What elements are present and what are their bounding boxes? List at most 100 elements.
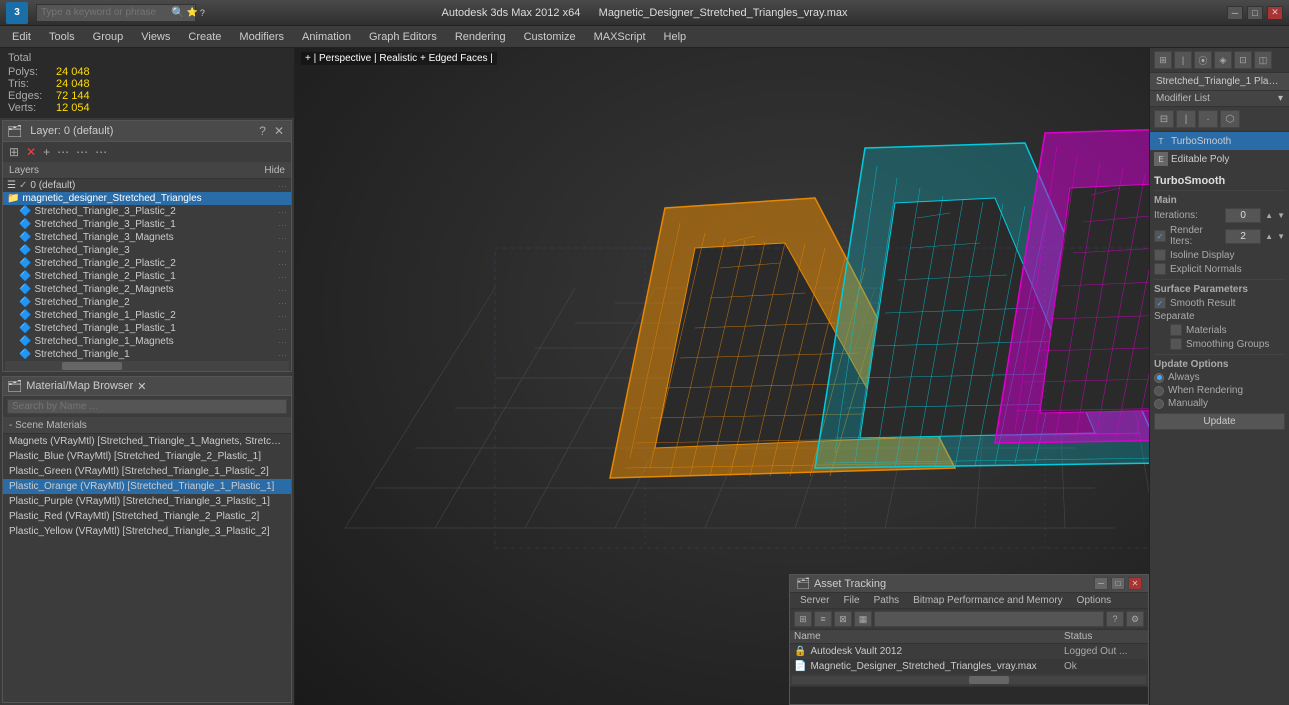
render-iters-spinner-up[interactable]: ▲ bbox=[1265, 232, 1273, 241]
help-icon[interactable]: ? bbox=[200, 8, 205, 18]
at-tool-help[interactable]: ? bbox=[1106, 611, 1124, 627]
modifier-list-dropdown-icon[interactable]: ▾ bbox=[1278, 93, 1283, 104]
layer-item[interactable]: 🔷Stretched_Triangle_2_Magnets··· bbox=[3, 283, 291, 296]
rp-icon-6[interactable]: ◫ bbox=[1254, 51, 1272, 69]
layer-item[interactable]: 🔷Stretched_Triangle_2··· bbox=[3, 296, 291, 309]
asset-menu-file[interactable]: File bbox=[837, 594, 865, 607]
menu-rendering[interactable]: Rendering bbox=[447, 29, 514, 45]
asset-close-button[interactable]: ✕ bbox=[1128, 577, 1142, 590]
asset-menu-paths[interactable]: Paths bbox=[868, 594, 906, 607]
asset-row[interactable]: 🔒Autodesk Vault 2012Logged Out ... bbox=[790, 644, 1148, 659]
when-render-radio[interactable] bbox=[1154, 386, 1164, 396]
maximize-button[interactable]: □ bbox=[1247, 6, 1263, 20]
at-tool-extra[interactable]: ⚙ bbox=[1126, 611, 1144, 627]
layer-item[interactable]: 🔷Stretched_Triangle_3_Plastic_2··· bbox=[3, 205, 291, 218]
modifier-turbosmooth[interactable]: T TurboSmooth bbox=[1150, 132, 1289, 150]
isoline-checkbox[interactable] bbox=[1154, 249, 1166, 261]
minimize-button[interactable]: ─ bbox=[1227, 6, 1243, 20]
layer-item[interactable]: 📁magnetic_designer_Stretched_Triangles··… bbox=[3, 192, 291, 205]
at-tool-4[interactable]: ▦ bbox=[854, 611, 872, 627]
menu-graph-editors[interactable]: Graph Editors bbox=[361, 29, 445, 45]
at-tool-1[interactable]: ⊞ bbox=[794, 611, 812, 627]
render-iters-spinner-down[interactable]: ▼ bbox=[1277, 232, 1285, 241]
rp-icon-1[interactable]: ⊞ bbox=[1154, 51, 1172, 69]
menu-group[interactable]: Group bbox=[85, 29, 132, 45]
material-search-input[interactable] bbox=[7, 399, 287, 414]
layer-tool-add[interactable]: + bbox=[41, 144, 52, 160]
asset-menu-bitmap[interactable]: Bitmap Performance and Memory bbox=[907, 594, 1069, 607]
iterations-spinner-down[interactable]: ▼ bbox=[1277, 211, 1285, 220]
menu-help[interactable]: Help bbox=[656, 29, 695, 45]
material-item[interactable]: Plastic_Green (VRayMtl) [Stretched_Trian… bbox=[3, 464, 291, 479]
asset-menu-server[interactable]: Server bbox=[794, 594, 835, 607]
mod-icon-3[interactable]: · bbox=[1198, 110, 1218, 128]
layer-item[interactable]: 🔷Stretched_Triangle_3_Magnets··· bbox=[3, 231, 291, 244]
modifier-editable-poly[interactable]: E Editable Poly bbox=[1150, 150, 1289, 168]
menu-tools[interactable]: Tools bbox=[41, 29, 83, 45]
layer-tool-select2[interactable]: ⋯ bbox=[74, 144, 90, 160]
layer-item[interactable]: 🔷Stretched_Triangle_1_Plastic_2··· bbox=[3, 309, 291, 322]
layer-item[interactable]: 🔷Stretched_Triangle_1··· bbox=[3, 348, 291, 361]
layer-scroll-thumb[interactable] bbox=[62, 362, 122, 370]
rp-icon-3[interactable]: ⦿ bbox=[1194, 51, 1212, 69]
smooth-result-checkbox[interactable]: ✓ bbox=[1154, 297, 1166, 309]
menu-maxscript[interactable]: MAXScript bbox=[586, 29, 654, 45]
iterations-spinner-up[interactable]: ▲ bbox=[1265, 211, 1273, 220]
at-tool-3[interactable]: ⊠ bbox=[834, 611, 852, 627]
always-radio[interactable] bbox=[1154, 373, 1164, 383]
menu-edit[interactable]: Edit bbox=[4, 29, 39, 45]
search-box[interactable]: 🔍 ⭐ ? bbox=[36, 4, 196, 22]
layer-tool-select3[interactable]: ⋯ bbox=[93, 144, 109, 160]
viewport-center[interactable]: + | Perspective | Realistic + Edged Face… bbox=[295, 48, 1149, 705]
at-tool-2[interactable]: ≡ bbox=[814, 611, 832, 627]
material-close-icon[interactable]: ✕ bbox=[137, 381, 146, 393]
layer-item[interactable]: ☰✓0 (default)··· bbox=[3, 179, 291, 192]
asset-input-row[interactable] bbox=[790, 686, 1148, 704]
mod-icon-2[interactable]: | bbox=[1176, 110, 1196, 128]
material-item[interactable]: Plastic_Blue (VRayMtl) [Stretched_Triang… bbox=[3, 449, 291, 464]
search-input[interactable] bbox=[41, 7, 171, 18]
render-iters-checkbox[interactable]: ✓ bbox=[1154, 230, 1166, 242]
rp-icon-4[interactable]: ◈ bbox=[1214, 51, 1232, 69]
material-item[interactable]: Plastic_Red (VRayMtl) [Stretched_Triangl… bbox=[3, 509, 291, 524]
material-item[interactable]: Plastic_Orange (VRayMtl) [Stretched_Tria… bbox=[3, 479, 291, 494]
layer-tool-select1[interactable]: ⋯ bbox=[55, 144, 71, 160]
layer-item[interactable]: 🔷Stretched_Triangle_3··· bbox=[3, 244, 291, 257]
layer-h-scrollbar[interactable] bbox=[5, 361, 289, 371]
viewport-scene[interactable]: 🗂 Asset Tracking ─ □ ✕ Server File Paths… bbox=[295, 48, 1149, 705]
material-item[interactable]: Plastic_Yellow (VRayMtl) [Stretched_Tria… bbox=[3, 524, 291, 539]
layer-item[interactable]: 🔷Stretched_Triangle_2_Plastic_1··· bbox=[3, 270, 291, 283]
materials-checkbox[interactable] bbox=[1170, 324, 1182, 336]
rp-icon-2[interactable]: | bbox=[1174, 51, 1192, 69]
menu-modifiers[interactable]: Modifiers bbox=[231, 29, 292, 45]
layer-close-icon[interactable]: ✕ bbox=[271, 123, 287, 139]
layer-item[interactable]: 🔷Stretched_Triangle_1_Plastic_1··· bbox=[3, 322, 291, 335]
close-button[interactable]: ✕ bbox=[1267, 6, 1283, 20]
layer-item[interactable]: 🔷Stretched_Triangle_1_Magnets··· bbox=[3, 335, 291, 348]
asset-scroll-thumb[interactable] bbox=[969, 676, 1009, 684]
rp-icon-5[interactable]: ⊡ bbox=[1234, 51, 1252, 69]
asset-row[interactable]: 📄Magnetic_Designer_Stretched_Triangles_v… bbox=[790, 659, 1148, 674]
explicit-checkbox[interactable] bbox=[1154, 263, 1166, 275]
manually-radio[interactable] bbox=[1154, 399, 1164, 409]
menu-customize[interactable]: Customize bbox=[516, 29, 584, 45]
material-item[interactable]: Magnets (VRayMtl) [Stretched_Triangle_1_… bbox=[3, 434, 291, 449]
asset-menu-options[interactable]: Options bbox=[1071, 594, 1117, 607]
smoothing-checkbox[interactable] bbox=[1170, 338, 1182, 350]
layer-tool-layers[interactable]: ⊞ bbox=[7, 144, 21, 160]
layer-item[interactable]: 🔷Stretched_Triangle_2_Plastic_2··· bbox=[3, 257, 291, 270]
asset-minimize-button[interactable]: ─ bbox=[1094, 577, 1108, 590]
menu-create[interactable]: Create bbox=[180, 29, 229, 45]
asset-h-scrollbar[interactable] bbox=[792, 676, 1146, 684]
material-item[interactable]: Plastic_Purple (VRayMtl) [Stretched_Tria… bbox=[3, 494, 291, 509]
mod-icon-1[interactable]: ⊟ bbox=[1154, 110, 1174, 128]
layer-item[interactable]: 🔷Stretched_Triangle_3_Plastic_1··· bbox=[3, 218, 291, 231]
iterations-value[interactable]: 0 bbox=[1225, 208, 1261, 223]
layer-help-icon[interactable]: ? bbox=[256, 123, 269, 139]
update-button[interactable]: Update bbox=[1154, 413, 1285, 430]
asset-maximize-button[interactable]: □ bbox=[1111, 577, 1125, 590]
layer-tool-delete[interactable]: ✕ bbox=[24, 144, 38, 160]
menu-animation[interactable]: Animation bbox=[294, 29, 359, 45]
mod-icon-4[interactable]: ⬡ bbox=[1220, 110, 1240, 128]
menu-views[interactable]: Views bbox=[133, 29, 178, 45]
